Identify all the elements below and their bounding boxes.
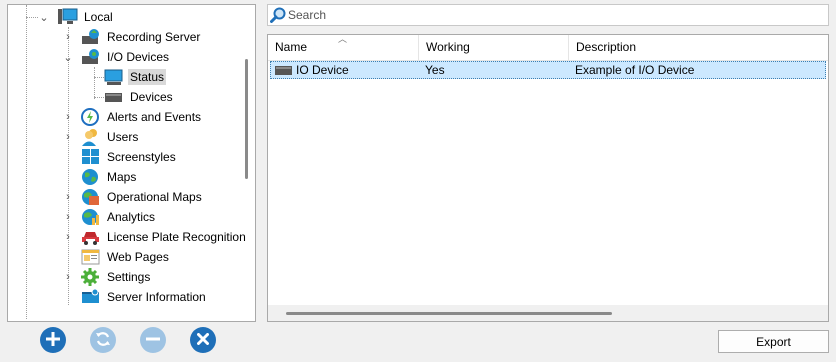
tree-node-label: Status (128, 69, 167, 85)
globe-icon (81, 168, 101, 186)
car-icon (81, 228, 101, 246)
gear-icon (81, 268, 101, 286)
io-devices-icon (81, 48, 101, 66)
tree-node-label: Screenstyles (107, 150, 176, 164)
device-box-icon (274, 63, 294, 77)
tree-node-label: Users (107, 130, 139, 144)
collapse-chevron-icon[interactable]: › (62, 111, 74, 123)
cell-description: Example of I/O Device (575, 63, 695, 77)
alert-bolt-icon (81, 108, 101, 126)
tree-node-label: Recording Server (107, 30, 201, 44)
delete-button[interactable] (190, 327, 216, 353)
sort-ascending-icon: ︿ (338, 34, 348, 44)
tree-guide (26, 5, 27, 319)
tree-node-label: Maps (107, 170, 137, 184)
tree-node-label: Alerts and Events (107, 110, 202, 124)
collapse-chevron-icon[interactable]: › (62, 191, 74, 203)
tree-node-server-information[interactable]: Server Information (81, 287, 208, 307)
tree-node-alerts-and-events[interactable]: Alerts and Events (81, 107, 203, 127)
tree-node-maps[interactable]: Maps (81, 167, 138, 187)
tree-node-recording-server[interactable]: Recording Server (81, 27, 202, 47)
collapse-chevron-icon[interactable]: › (62, 131, 74, 143)
column-header-label: Working (426, 40, 470, 54)
tree-node-label: Settings (107, 270, 151, 284)
tree-guide (94, 77, 104, 78)
collapse-chevron-icon[interactable]: › (62, 231, 74, 243)
tree-node-label: Server Information (107, 290, 206, 304)
tree-node-label: Local (84, 10, 113, 24)
tree-guide (94, 67, 95, 99)
analytics-icon (81, 208, 101, 226)
tree-node-label: Analytics (107, 210, 156, 224)
server-info-icon (81, 288, 101, 306)
tree-node-io-devices[interactable]: I/O Devices (81, 47, 171, 67)
delete-icon (197, 332, 209, 348)
device-status-list[interactable]: ︿ Name Working Description IO Device Yes… (267, 34, 829, 322)
navigation-tree[interactable]: ⌄ Local › Recording Server ⌄ I/O Devices… (7, 4, 256, 322)
tree-node-label: I/O Devices (107, 50, 170, 64)
computer-icon (58, 8, 78, 26)
search-box[interactable] (267, 4, 829, 26)
tree-guide (26, 17, 38, 18)
tree-node-analytics[interactable]: Analytics (81, 207, 157, 227)
monitor-status-icon (104, 68, 124, 86)
tree-node-label: Operational Maps (107, 190, 202, 204)
search-icon (270, 7, 286, 23)
tree-node-settings[interactable]: Settings (81, 267, 152, 287)
tree-node-operational-maps[interactable]: Operational Maps (81, 187, 204, 207)
collapse-chevron-icon[interactable]: › (62, 271, 74, 283)
list-horizontal-scrollbar[interactable] (268, 305, 828, 321)
tree-node-label: Web Pages (107, 250, 169, 264)
tree-node-local[interactable]: Local (58, 7, 115, 27)
search-input[interactable] (288, 8, 828, 22)
tree-node-label: Devices (130, 90, 173, 104)
export-button[interactable]: Export (718, 330, 829, 353)
scrollbar-thumb[interactable] (286, 312, 612, 315)
screenstyles-grid-icon (81, 148, 101, 166)
cell-name-text: IO Device (296, 63, 349, 77)
tree-node-label: License Plate Recognition (107, 230, 246, 244)
users-icon (81, 128, 101, 146)
remove-icon (146, 332, 160, 349)
operational-map-icon (81, 188, 101, 206)
device-box-icon (104, 88, 124, 106)
recording-server-icon (81, 28, 101, 46)
expand-chevron-icon[interactable]: ⌄ (62, 51, 74, 64)
tree-node-status[interactable]: Status (104, 67, 167, 87)
remove-button[interactable] (140, 327, 166, 353)
web-page-icon (81, 248, 101, 266)
column-header-working[interactable]: Working (419, 35, 569, 60)
refresh-button[interactable] (90, 327, 116, 353)
collapse-chevron-icon[interactable]: › (62, 211, 74, 223)
list-header: ︿ Name Working Description (268, 35, 828, 61)
tree-vertical-scrollbar[interactable] (245, 59, 248, 179)
tree-node-users[interactable]: Users (81, 127, 140, 147)
collapse-chevron-icon[interactable]: › (62, 31, 74, 43)
tree-guide (94, 97, 104, 98)
tree-node-devices[interactable]: Devices (104, 87, 175, 107)
column-header-label: Description (576, 40, 637, 54)
tree-guide (68, 27, 69, 305)
column-header-name[interactable]: ︿ Name (268, 35, 419, 60)
cell-working: Yes (425, 63, 445, 77)
tree-node-screenstyles[interactable]: Screenstyles (81, 147, 178, 167)
tree-node-license-plate-recognition[interactable]: License Plate Recognition (81, 227, 248, 247)
add-button[interactable] (40, 327, 66, 353)
add-icon (46, 331, 60, 349)
column-header-description[interactable]: Description (569, 35, 828, 60)
expand-chevron-icon[interactable]: ⌄ (38, 11, 50, 24)
table-row[interactable]: IO Device Yes Example of I/O Device (270, 61, 826, 79)
tree-node-web-pages[interactable]: Web Pages (81, 247, 171, 267)
refresh-icon (95, 331, 111, 350)
cell-name: IO Device (271, 62, 420, 78)
column-header-label: Name (275, 40, 308, 54)
